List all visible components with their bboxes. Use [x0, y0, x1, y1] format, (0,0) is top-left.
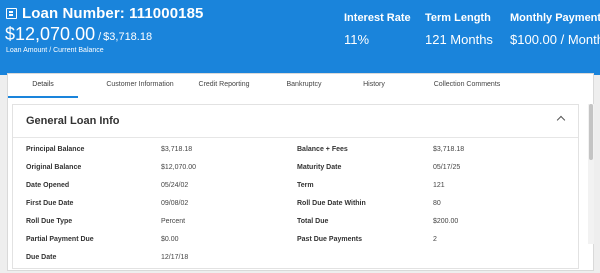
date-opened-value: 05/24/02 — [161, 182, 189, 189]
field-label: Past Due Payments — [297, 236, 362, 243]
metric-monthly-payment: Monthly Payment $100.00 / Month — [510, 12, 600, 47]
roll-due-type-label: Roll Due Type — [26, 218, 73, 225]
field-label: Roll Due Date Within — [297, 200, 366, 207]
past-due-payments-value: 2 — [433, 236, 437, 243]
field-value: $3,718.18 — [161, 146, 192, 153]
tab-bankruptcy[interactable]: Bankruptcy — [268, 74, 340, 98]
document-icon — [6, 8, 17, 19]
principal-balance-value: $3,718.18 — [161, 146, 193, 153]
field-value: 2 — [433, 236, 437, 243]
scrollbar-thumb[interactable] — [589, 104, 593, 160]
balance-fees-label: Balance + Fees — [297, 146, 348, 153]
general-loan-info-section: General Loan Info Principal Balance $3,7… — [12, 104, 579, 269]
tab-history[interactable]: History — [342, 74, 406, 98]
field-label: Balance + Fees — [297, 146, 348, 153]
field-value: $12,070.00 — [161, 164, 196, 171]
amount-separator: / — [98, 31, 102, 43]
roll-due-date-within-value: 80 — [433, 200, 441, 207]
field-value: $0.00 — [161, 236, 179, 243]
due-date-value: 12/17/18 — [161, 254, 189, 261]
term-label: Term — [297, 182, 314, 189]
section-title: General Loan Info — [26, 115, 120, 127]
tab-bar: Details Customer Information Credit Repo… — [8, 74, 593, 98]
tab-customer-information[interactable]: Customer Information — [88, 74, 192, 98]
field-label: Maturity Date — [297, 164, 341, 171]
field-value: 12/17/18 — [161, 254, 188, 261]
field-label: First Due Date — [26, 200, 73, 207]
current-balance: $3,718.18 — [103, 31, 153, 43]
field-label: Term — [297, 182, 314, 189]
date-opened-label: Date Opened — [26, 182, 70, 189]
section-header[interactable]: General Loan Info — [13, 105, 578, 138]
field-label: Original Balance — [26, 164, 81, 171]
loan-title: Loan Number: 111000185 — [6, 5, 203, 22]
loan-amount: $12,070.00 — [5, 24, 96, 44]
tab-details[interactable]: Details — [8, 74, 78, 98]
original-balance-label: Original Balance — [26, 164, 82, 171]
amount-caption: Loan Amount / Current Balance — [6, 47, 104, 54]
field-label: Due Date — [26, 254, 56, 261]
total-due-value: $200.00 — [433, 218, 459, 225]
field-label: Principal Balance — [26, 146, 84, 153]
balance-fees-value: $3,718.18 — [433, 146, 465, 153]
field-label: Partial Payment Due — [26, 236, 94, 243]
metric-label: Monthly Payment — [510, 12, 600, 24]
loan-header: Loan Number: 111000185 $12,070.00/$3,718… — [0, 0, 600, 75]
roll-due-type-value: Percent — [161, 218, 186, 225]
term-value: 121 — [433, 182, 445, 189]
metric-label: Term Length — [425, 12, 491, 24]
tab-credit-reporting[interactable]: Credit Reporting — [184, 74, 264, 98]
field-value: $3,718.18 — [433, 146, 464, 153]
field-value: 80 — [433, 200, 441, 207]
partial-payment-due-label: Partial Payment Due — [26, 236, 94, 243]
first-due-date-value: 09/08/02 — [161, 200, 189, 207]
metric-value: 121 Months — [425, 32, 493, 47]
metric-label: Interest Rate — [344, 12, 411, 24]
field-value: 121 — [433, 182, 445, 189]
metric-value: 11% — [344, 32, 370, 47]
chevron-up-icon[interactable] — [556, 115, 566, 125]
original-balance-value: $12,070.00 — [161, 164, 197, 171]
field-label: Date Opened — [26, 182, 69, 189]
past-due-payments-label: Past Due Payments — [297, 236, 362, 243]
partial-payment-due-value: $0.00 — [161, 236, 179, 243]
first-due-date-label: First Due Date — [26, 200, 74, 207]
field-label: Roll Due Type — [26, 218, 72, 225]
vertical-scrollbar[interactable] — [588, 104, 594, 244]
field-value: $200.00 — [433, 218, 458, 225]
field-value: 05/24/02 — [161, 182, 188, 189]
principal-balance-label: Principal Balance — [26, 146, 85, 153]
field-label: Total Due — [297, 218, 328, 225]
field-value: 05/17/25 — [433, 164, 460, 171]
total-due-label: Total Due — [297, 218, 329, 225]
maturity-date-label: Maturity Date — [297, 164, 342, 171]
maturity-date-value: 05/17/25 — [433, 164, 461, 171]
loan-number: Loan Number: 111000185 — [22, 5, 204, 22]
loan-details-card: Details Customer Information Credit Repo… — [7, 73, 594, 271]
tab-collection-comments[interactable]: Collection Comments — [412, 74, 522, 98]
loan-amount-row: $12,070.00/$3,718.18 — [5, 24, 152, 45]
due-date-label: Due Date — [26, 254, 57, 261]
metric-value: $100.00 / Month — [510, 32, 600, 47]
roll-due-date-within-label: Roll Due Date Within — [297, 200, 366, 207]
metric-term-length: Term Length 121 Months — [425, 12, 493, 47]
field-value: Percent — [161, 218, 185, 225]
field-value: 09/08/02 — [161, 200, 188, 207]
metric-interest-rate: Interest Rate 11% — [344, 12, 411, 47]
